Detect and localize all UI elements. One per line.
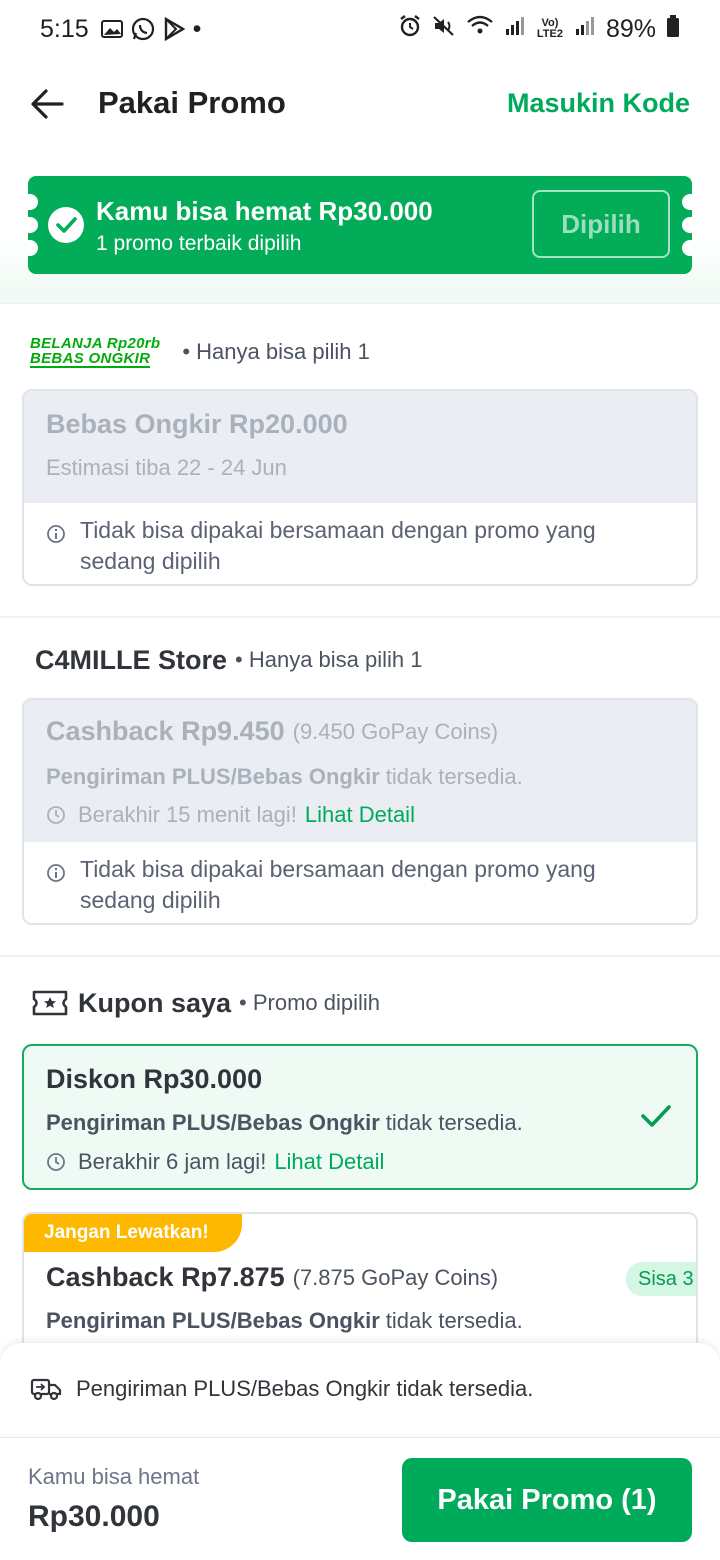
ticket-notch	[682, 194, 692, 210]
ticket-notch	[682, 240, 692, 256]
free-shipping-logo: BELANJA Rp20rb BEBAS ONGKIR	[30, 336, 160, 368]
store-name: C4MILLE Store	[35, 644, 228, 675]
signal-icon	[504, 15, 526, 44]
selected-coupon-card[interactable]: Diskon Rp30.000 Pengiriman PLUS/Bebas On…	[22, 1044, 698, 1190]
shipping-row: Pengiriman PLUS/Bebas Ongkir tidak terse…	[46, 1110, 523, 1136]
section-divider	[0, 616, 720, 618]
shipping-notice-bar: Pengiriman PLUS/Bebas Ongkir tidak terse…	[0, 1343, 720, 1435]
enter-code-link[interactable]: Masukin Kode	[507, 88, 690, 119]
logo-line-1: BELANJA Rp20rb	[30, 335, 161, 352]
selected-button[interactable]: Dipilih	[532, 190, 670, 258]
expiry-text: Berakhir 15 menit lagi!	[78, 802, 297, 827]
volte-label: Vo) LTE2	[536, 17, 563, 40]
savings-banner: Kamu bisa hemat Rp30.000 1 promo terbaik…	[28, 176, 692, 274]
battery-level: 89%	[605, 14, 656, 43]
promo-info-row: Tidak bisa dipakai bersamaan dengan prom…	[24, 842, 696, 923]
detail-link[interactable]: Lihat Detail	[274, 1149, 384, 1175]
promo-card-top: Bebas Ongkir Rp20.000 Estimasi tiba 22 -…	[24, 391, 696, 503]
whatsapp-icon	[131, 17, 155, 41]
store-cashback-card[interactable]: Cashback Rp9.450 (9.450 GoPay Coins) Pen…	[22, 698, 698, 925]
promo-estimate: Estimasi tiba 22 - 24 Jun	[46, 455, 287, 480]
wifi-icon	[466, 14, 494, 45]
use-promo-button[interactable]: Pakai Promo (1)	[402, 1458, 692, 1542]
shipping-bold: Pengiriman PLUS/Bebas Ongkir	[46, 1110, 380, 1135]
checkmark-circle-icon	[48, 207, 84, 243]
shipping-rest: tidak tersedia.	[385, 764, 523, 789]
alarm-icon	[398, 14, 422, 45]
clock-icon	[46, 1152, 66, 1172]
shipping-row: Pengiriman PLUS/Bebas Ongkir tidak terse…	[46, 1308, 523, 1334]
bottom-checkout-bar: Kamu bisa hemat Rp30.000 Pakai Promo (1)	[0, 1437, 720, 1560]
section-note: • Hanya bisa pilih 1	[235, 647, 423, 672]
detail-link[interactable]: Lihat Detail	[305, 802, 415, 828]
coupon-ticket-icon	[32, 989, 68, 1017]
truck-icon	[30, 1376, 62, 1402]
gallery-icon	[100, 18, 123, 40]
info-text: Tidak bisa dipakai bersamaan dengan prom…	[80, 856, 596, 913]
shipping-row: Pengiriman PLUS/Bebas Ongkir tidak terse…	[46, 764, 523, 790]
banner-title: Kamu bisa hemat Rp30.000	[96, 196, 433, 226]
section-header-free-shipping: BELANJA Rp20rb BEBAS ONGKIR • Hanya bisa…	[0, 334, 720, 370]
banner-subtitle: 1 promo terbaik dipilih	[96, 232, 302, 255]
section-title: Kupon saya	[78, 987, 232, 1018]
remaining-badge: Sisa 3	[626, 1262, 696, 1296]
promo-title-row: Cashback Rp7.875 (7.875 GoPay Coins)	[46, 1262, 498, 1293]
ticket-notch	[28, 217, 38, 233]
status-time: 5:15	[40, 14, 89, 43]
promo-title-row: Cashback Rp9.450 (9.450 GoPay Coins)	[46, 716, 498, 747]
dont-miss-badge: Jangan Lewatkan!	[24, 1214, 242, 1252]
status-bar: 5:15 • Vo) LTE2 89%	[0, 0, 720, 58]
page-title: Pakai Promo	[98, 85, 286, 120]
status-dot: •	[192, 14, 202, 43]
promo-info-row: Tidak bisa dipakai bersamaan dengan prom…	[24, 503, 696, 584]
cashback-coupon-card[interactable]: Jangan Lewatkan! Cashback Rp7.875 (7.875…	[22, 1212, 698, 1362]
shipping-notice-text: Pengiriman PLUS/Bebas Ongkir tidak terse…	[76, 1376, 534, 1401]
promo-coins: (9.450 GoPay Coins)	[292, 718, 499, 744]
info-text: Tidak bisa dipakai bersamaan dengan prom…	[80, 517, 596, 574]
section-note: • Hanya bisa pilih 1	[182, 339, 370, 364]
shipping-rest: tidak tersedia.	[385, 1110, 523, 1135]
section-divider	[0, 955, 720, 957]
promo-title: Cashback Rp9.450	[46, 716, 285, 746]
play-store-icon	[163, 17, 185, 41]
shipping-rest: tidak tersedia.	[385, 1308, 523, 1333]
expiry-row: Berakhir 6 jam lagi! Lihat Detail	[46, 1149, 384, 1175]
coupon-title: Diskon Rp30.000	[46, 1064, 263, 1094]
expiry-row: Berakhir 15 menit lagi! Lihat Detail	[46, 802, 415, 828]
promo-card-top: Cashback Rp9.450 (9.450 GoPay Coins) Pen…	[24, 700, 696, 842]
savings-banner-area: Kamu bisa hemat Rp30.000 1 promo terbaik…	[0, 150, 720, 304]
coupon-title: Cashback Rp7.875	[46, 1262, 285, 1292]
ticket-notch	[682, 217, 692, 233]
signal-icon-2	[574, 15, 596, 44]
shipping-bold: Pengiriman PLUS/Bebas Ongkir	[46, 764, 380, 789]
logo-line-2: BEBAS ONGKIR	[30, 350, 151, 368]
expiry-text: Berakhir 6 jam lagi!	[78, 1149, 267, 1174]
selected-check-icon	[640, 1102, 672, 1135]
ticket-notch	[28, 194, 38, 210]
savings-label: Kamu bisa hemat	[28, 1464, 200, 1489]
back-arrow-icon[interactable]	[28, 84, 68, 124]
section-header-store: C4MILLE Store • Hanya bisa pilih 1	[0, 642, 720, 678]
shipping-bold: Pengiriman PLUS/Bebas Ongkir	[46, 1308, 380, 1333]
clock-icon	[46, 805, 66, 825]
section-header-coupons: Kupon saya • Promo dipilih	[0, 984, 720, 1022]
promo-coins: (7.875 GoPay Coins)	[292, 1264, 499, 1290]
app-header: Pakai Promo Masukin Kode	[0, 70, 720, 136]
promo-title: Bebas Ongkir Rp20.000	[46, 409, 348, 439]
ticket-notch	[28, 240, 38, 256]
battery-icon	[666, 14, 680, 45]
savings-amount: Rp30.000	[28, 1500, 160, 1533]
mute-icon	[432, 14, 456, 45]
info-icon	[46, 521, 66, 543]
section-note: • Promo dipilih	[239, 990, 381, 1015]
free-shipping-promo-card[interactable]: Bebas Ongkir Rp20.000 Estimasi tiba 22 -…	[22, 389, 698, 586]
info-icon	[46, 860, 66, 882]
